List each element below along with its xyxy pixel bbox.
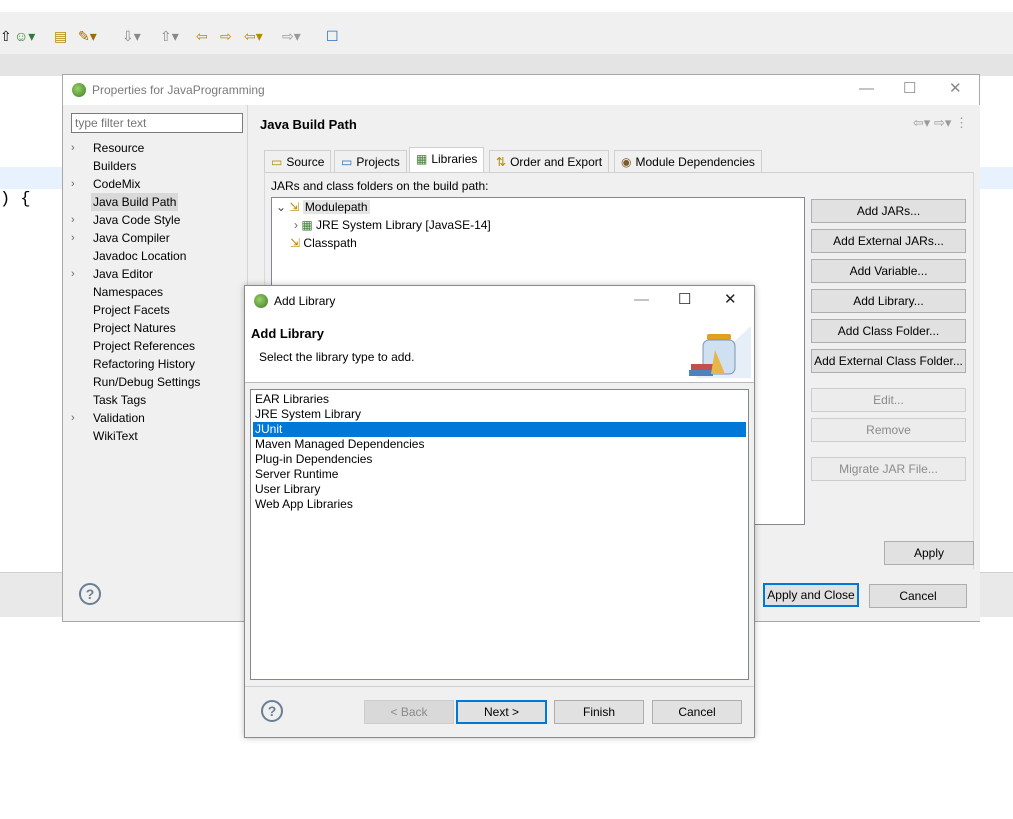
chevron-right-icon[interactable]: ›	[71, 175, 83, 193]
footer-divider	[245, 686, 754, 687]
wizard-title: Add Library	[251, 326, 324, 341]
editor-tab-strip	[0, 54, 1013, 76]
order-export-icon: ⇅	[496, 155, 507, 169]
apply-button[interactable]: Apply	[884, 541, 974, 565]
apply-and-close-button[interactable]: Apply and Close	[763, 583, 859, 607]
migrate-jar-button[interactable]: Migrate JAR File...	[811, 457, 966, 481]
list-item-user-library[interactable]: User Library	[253, 482, 746, 497]
forward-arrow-icon[interactable]: ⇨▾	[934, 115, 951, 130]
tab-module-dependencies[interactable]: ◉ Module Dependencies	[614, 150, 762, 173]
library-type-list: EAR Libraries JRE System Library JUnit M…	[250, 389, 749, 680]
finish-button[interactable]: Finish	[554, 700, 644, 724]
chevron-right-icon[interactable]: ›	[71, 409, 83, 427]
jars-label: JARs and class folders on the build path…	[271, 179, 489, 193]
back-arrow-icon[interactable]: ⇦▾	[913, 115, 930, 130]
back-button[interactable]: < Back	[364, 700, 454, 724]
chevron-right-icon[interactable]: ›	[71, 265, 83, 283]
remove-button[interactable]: Remove	[811, 418, 966, 442]
view-menu-icon[interactable]: ⋮	[955, 115, 968, 130]
minimize-icon[interactable]: —	[634, 292, 649, 308]
add-library-titlebar: Add Library — ☐ ✕	[245, 286, 754, 316]
library-icon: ▦	[301, 218, 313, 232]
chevron-right-icon[interactable]: ›	[71, 139, 83, 157]
wizard-description: Select the library type to add.	[259, 350, 415, 364]
main-toolbar: ⇧ ☺▾ ▤ ✎▾ ⇩▾ ⇧▾ ⇦ ⇨ ⇦▾ ⇨▾ ☐	[0, 12, 1013, 54]
tab-projects[interactable]: ▭ Projects	[334, 150, 407, 173]
add-library-button[interactable]: Add Library...	[811, 289, 966, 313]
wizard-header: Add Library Select the library type to a…	[245, 316, 754, 383]
maximize-icon[interactable]: ☐	[678, 292, 691, 308]
edit-button[interactable]: Edit...	[811, 388, 966, 412]
list-item-server-runtime[interactable]: Server Runtime	[253, 467, 746, 482]
chevron-down-icon[interactable]: ⌄	[276, 200, 286, 214]
chevron-right-icon[interactable]: ›	[71, 211, 83, 229]
tab-libraries[interactable]: ▦ Libraries	[409, 147, 485, 173]
list-item-ear-libraries[interactable]: EAR Libraries	[253, 392, 746, 407]
module-icon: ◉	[621, 155, 632, 169]
wand-icon[interactable]: ✎▾	[78, 28, 97, 44]
new-window-icon[interactable]: ☐	[326, 28, 339, 44]
page-title: Java Build Path	[260, 117, 357, 132]
editor-code-line: ) {	[0, 190, 31, 209]
next-button[interactable]: Next >	[456, 700, 547, 724]
prev-annotation-icon[interactable]: ⇧▾	[160, 28, 179, 44]
close-icon[interactable]: ✕	[949, 81, 962, 97]
maximize-icon[interactable]: ☐	[903, 81, 916, 97]
add-variable-button[interactable]: Add Variable...	[811, 259, 966, 283]
tab-order-export[interactable]: ⇅ Order and Export	[489, 150, 610, 173]
modulepath-node[interactable]: ⌄ ⇲ Modulepath	[276, 198, 370, 216]
toolbar-icon[interactable]: ⇧	[0, 28, 12, 44]
add-external-jars-button[interactable]: Add External JARs...	[811, 229, 966, 253]
tab-source[interactable]: ▭ Source	[264, 150, 332, 173]
add-jars-button[interactable]: Add JARs...	[811, 199, 966, 223]
properties-cancel-button[interactable]: Cancel	[869, 584, 967, 608]
close-icon[interactable]: ✕	[724, 292, 737, 308]
libraries-icon: ▦	[416, 152, 428, 166]
list-item-plugin-dependencies[interactable]: Plug-in Dependencies	[253, 452, 746, 467]
classpath-icon: ⇲	[290, 236, 301, 250]
forward-icon[interactable]: ⇨▾	[282, 28, 301, 44]
minimize-icon[interactable]: —	[859, 81, 874, 97]
filter-input[interactable]	[71, 113, 243, 133]
last-edit-icon[interactable]: ⇦	[196, 28, 208, 44]
list-item-junit[interactable]: JUnit	[253, 422, 746, 437]
classpath-node[interactable]: ⇲ Classpath	[290, 234, 357, 252]
open-folder-icon[interactable]: ▤	[54, 28, 67, 44]
help-icon[interactable]: ?	[79, 583, 101, 605]
library-jar-icon	[689, 326, 751, 378]
eclipse-icon	[72, 83, 86, 97]
run-icon[interactable]: ☺▾	[14, 28, 35, 44]
jre-library-node[interactable]: › ▦ JRE System Library [JavaSE-14]	[294, 216, 491, 234]
help-icon[interactable]: ?	[261, 700, 283, 722]
add-library-dialog: Add Library — ☐ ✕ Add Library Select the…	[244, 285, 755, 738]
chevron-right-icon[interactable]: ›	[294, 218, 298, 232]
list-item-jre-system-library[interactable]: JRE System Library	[253, 407, 746, 422]
eclipse-icon	[254, 294, 268, 308]
properties-titlebar: Properties for JavaProgramming — ☐ ✕	[63, 75, 979, 105]
list-item-web-app-libraries[interactable]: Web App Libraries	[253, 497, 746, 512]
add-class-folder-button[interactable]: Add Class Folder...	[811, 319, 966, 343]
source-folder-icon: ▭	[271, 155, 283, 169]
next-annotation-icon[interactable]: ⇩▾	[122, 28, 141, 44]
projects-icon: ▭	[341, 155, 353, 169]
page-nav: ⇦▾ ⇨▾ ⋮	[913, 115, 968, 131]
cancel-button[interactable]: Cancel	[652, 700, 742, 724]
modulepath-icon: ⇲	[289, 200, 300, 214]
back-icon[interactable]: ⇦▾	[244, 28, 263, 44]
add-external-class-folder-button[interactable]: Add External Class Folder...	[811, 349, 966, 373]
chevron-right-icon[interactable]: ›	[71, 229, 83, 247]
list-item-maven-managed-dependencies[interactable]: Maven Managed Dependencies	[253, 437, 746, 452]
forward-edit-icon[interactable]: ⇨	[220, 28, 232, 44]
properties-title: Properties for JavaProgramming	[92, 83, 265, 97]
add-library-title: Add Library	[274, 294, 336, 308]
